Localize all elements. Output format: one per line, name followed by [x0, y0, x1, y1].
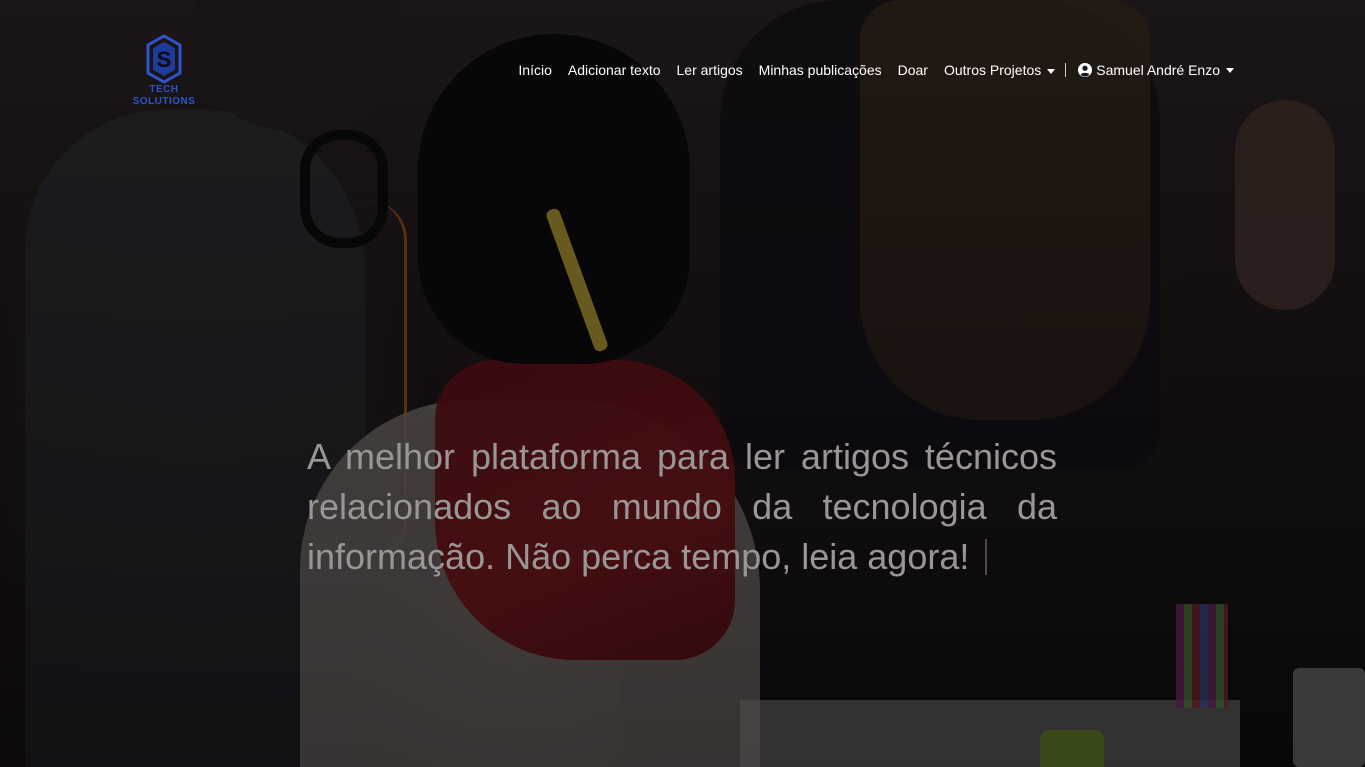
user-menu-dropdown[interactable]: Samuel André Enzo: [1078, 62, 1234, 78]
logo-letter: S: [157, 47, 172, 72]
dark-overlay: [0, 0, 1365, 767]
nav-dropdown-outros-projetos[interactable]: Outros Projetos: [943, 62, 1056, 78]
logo-hexagon-icon: S: [146, 34, 182, 84]
nav-dropdown-label: Outros Projetos: [943, 62, 1042, 78]
typing-cursor: [985, 539, 988, 575]
brand-line-1: TECH: [149, 84, 179, 95]
nav-link-inicio[interactable]: Início: [518, 62, 551, 78]
nav-link-adicionar-texto[interactable]: Adicionar texto: [568, 62, 661, 78]
user-name: Samuel André Enzo: [1096, 62, 1220, 78]
user-circle-icon: [1078, 63, 1093, 77]
brand-line-2: SOLUTIONS: [132, 96, 196, 107]
nav-link-ler-artigos[interactable]: Ler artigos: [677, 62, 743, 78]
hero-section: S TECH SOLUTIONS Início Adicionar texto …: [0, 0, 1365, 767]
main-nav: Início Adicionar texto Ler artigos Minha…: [518, 58, 1234, 82]
caret-down-icon: [1226, 67, 1234, 73]
nav-link-doar[interactable]: Doar: [898, 62, 928, 78]
hero-headline-text: A melhor plataforma para ler artigos téc…: [307, 436, 1057, 577]
hero-headline: A melhor plataforma para ler artigos téc…: [307, 432, 1057, 582]
brand-logo[interactable]: S TECH SOLUTIONS: [128, 34, 200, 108]
nav-link-minhas-publicacoes[interactable]: Minhas publicações: [759, 62, 882, 78]
caret-down-icon: [1047, 68, 1056, 74]
nav-divider: [1065, 63, 1067, 77]
